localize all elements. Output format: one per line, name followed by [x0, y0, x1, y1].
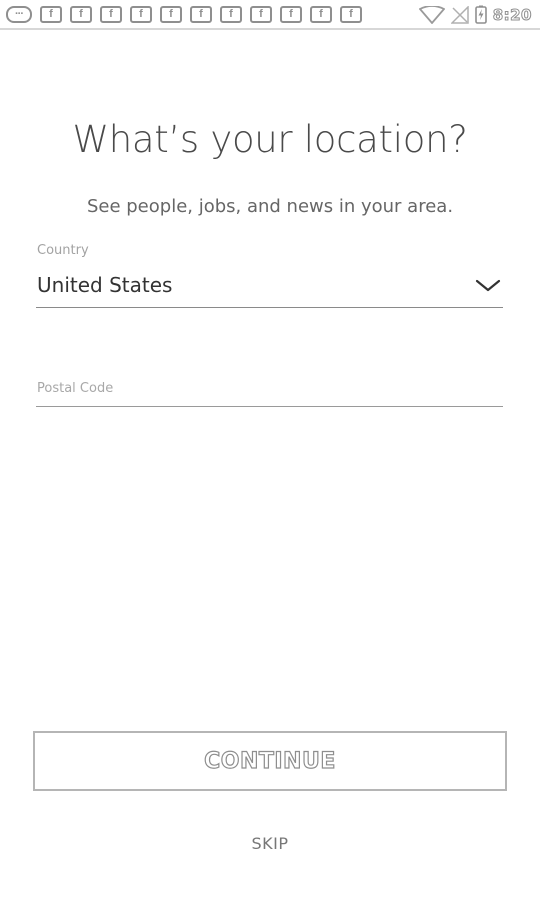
postal-code-field[interactable]: [36, 374, 504, 407]
status-right: 8:20: [418, 5, 532, 24]
chat-bubble-icon: ···: [6, 6, 32, 23]
page-title: What’s your location?: [72, 118, 468, 161]
location-screen: ··· f f f f f f f f f f f 8:20 What’s yo…: [0, 0, 540, 897]
notification-icons: ··· f f f f f f f f f f f: [6, 6, 362, 23]
chevron-down-icon[interactable]: [475, 279, 501, 293]
signal-icon: [450, 5, 469, 24]
facebook-icon: f: [130, 6, 152, 23]
page-subtitle: See people, jobs, and news in your area.: [86, 196, 454, 217]
postal-code-input[interactable]: [36, 374, 504, 402]
skip-button[interactable]: SKIP: [0, 834, 540, 853]
facebook-icon: f: [70, 6, 92, 23]
facebook-icon: f: [340, 6, 362, 23]
facebook-icon: f: [310, 6, 332, 23]
facebook-icon: f: [250, 6, 272, 23]
country-select[interactable]: Country United States: [36, 243, 503, 308]
country-label: Country: [37, 243, 89, 258]
facebook-icon: f: [160, 6, 182, 23]
wifi-icon: [418, 5, 445, 24]
battery-charging-icon: [474, 5, 487, 24]
facebook-icon: f: [220, 6, 242, 23]
facebook-icon: f: [40, 6, 62, 23]
country-value: United States: [37, 273, 173, 297]
continue-button[interactable]: CONTINUE: [33, 731, 507, 791]
facebook-icon: f: [190, 6, 212, 23]
facebook-icon: f: [280, 6, 302, 23]
status-time: 8:20: [492, 5, 532, 24]
facebook-icon: f: [100, 6, 122, 23]
status-bar: ··· f f f f f f f f f f f 8:20: [0, 0, 540, 30]
continue-button-label: CONTINUE: [204, 748, 336, 774]
